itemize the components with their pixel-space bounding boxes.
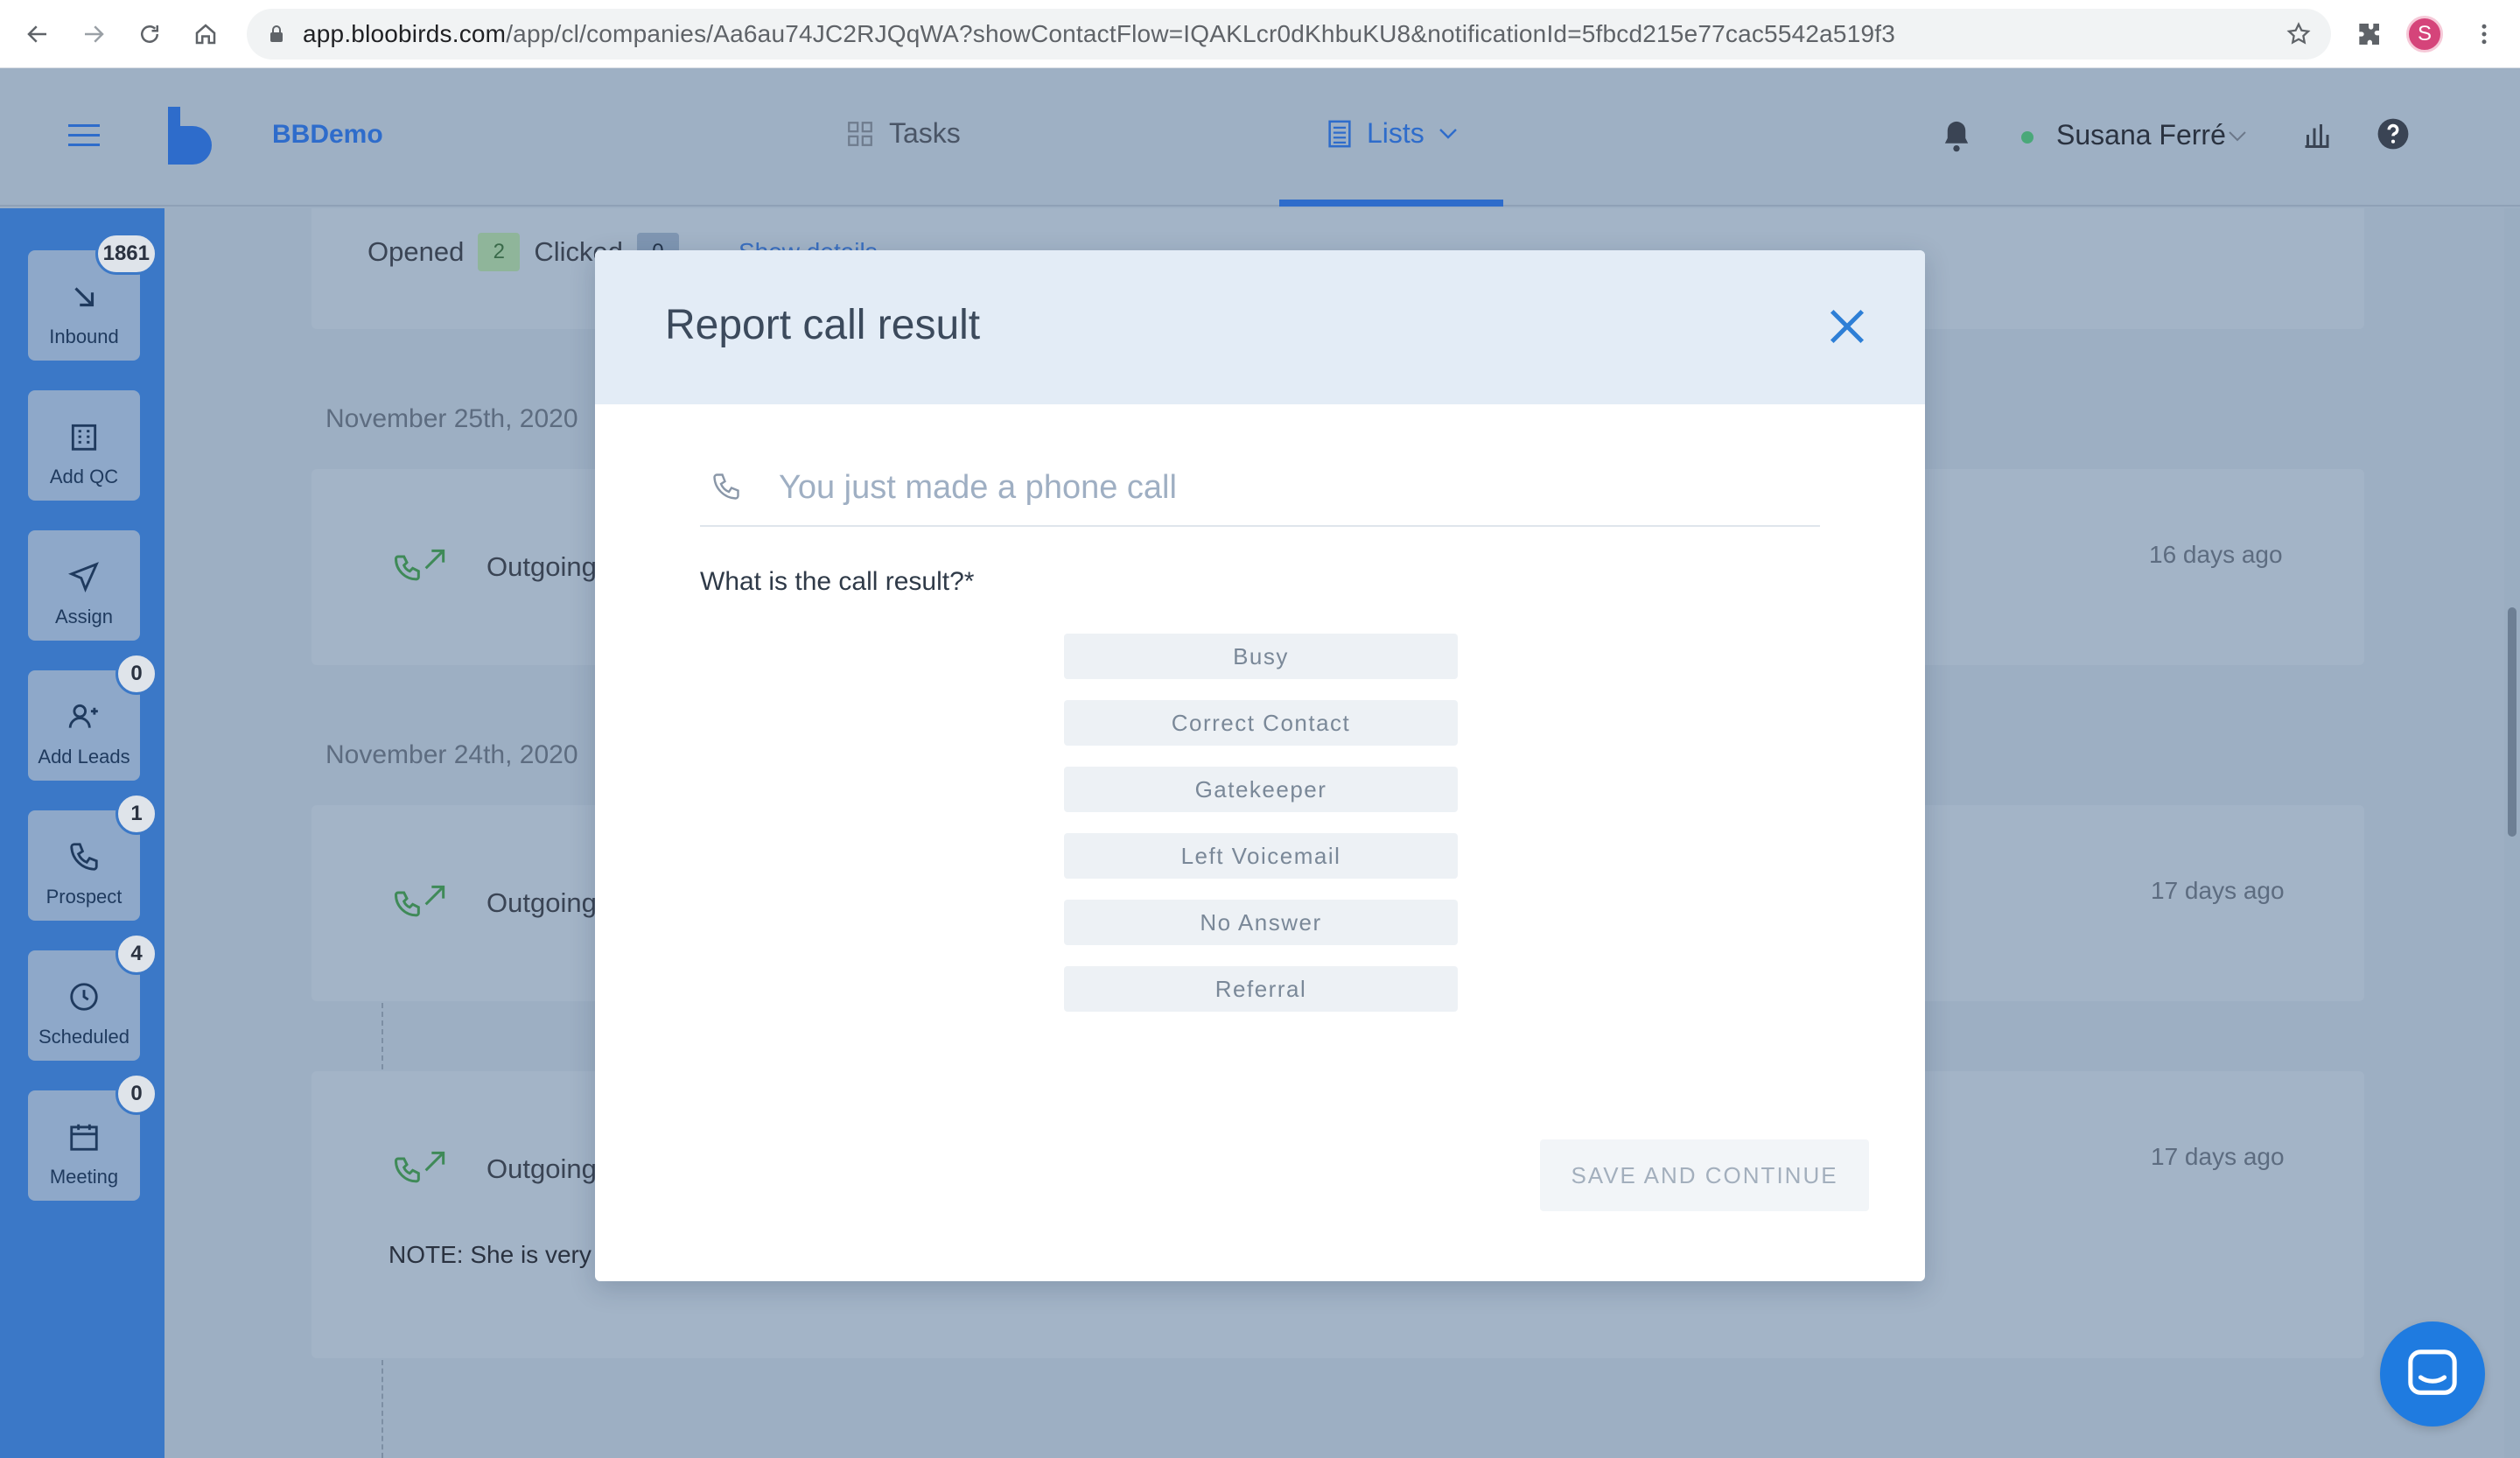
- building-icon: [71, 424, 97, 451]
- outgoing-call-icon: [394, 549, 445, 581]
- inbound-count-badge: 1861: [94, 233, 158, 275]
- scheduled-count-badge: 4: [116, 933, 158, 975]
- sidebar-item-scheduled[interactable]: Scheduled 4: [28, 933, 158, 1061]
- sidebar-item-add-leads[interactable]: Add Leads 0: [28, 653, 158, 781]
- opened-count: 2: [478, 233, 521, 271]
- home-icon: [195, 24, 216, 45]
- close-icon[interactable]: [1827, 306, 1867, 347]
- back-button[interactable]: [18, 14, 58, 54]
- quick-actions-sidebar: Inbound 1861 Add QC Assign Add Leads 0 P…: [0, 208, 164, 1458]
- result-option-busy[interactable]: Busy: [1064, 634, 1458, 679]
- tab-lists[interactable]: Lists: [1326, 117, 1458, 150]
- tab-tasks-label: Tasks: [889, 117, 961, 149]
- chat-icon: [2408, 1349, 2457, 1395]
- kebab-menu-icon: [2482, 24, 2487, 45]
- activity-title: Outgoing: [486, 887, 597, 918]
- sidebar-item-meeting[interactable]: Meeting 0: [28, 1073, 158, 1201]
- sidebar-item-label: Prospect: [46, 886, 122, 908]
- activity-time: 17 days ago: [2151, 877, 2285, 904]
- call-result-question: What is the call result?*: [700, 567, 975, 596]
- url-text: app.bloobirds.com/app/cl/companies/Aa6au…: [303, 20, 1895, 48]
- timeline-connector: [382, 1360, 383, 1458]
- grid-icon: [848, 121, 872, 146]
- outgoing-call-icon: [394, 1151, 445, 1183]
- arrow-down-right-icon: [74, 287, 94, 307]
- bell-icon[interactable]: [1941, 119, 1972, 152]
- user-menu[interactable]: Susana Ferré: [2056, 119, 2226, 151]
- arrow-left-icon: [27, 25, 46, 43]
- sidebar-item-label: Scheduled: [38, 1026, 130, 1048]
- activity-title: Outgoing: [486, 1153, 597, 1184]
- sidebar-item-prospect[interactable]: Prospect 1: [28, 793, 158, 921]
- tab-lists-label: Lists: [1367, 117, 1424, 149]
- save-and-continue-button[interactable]: SAVE AND CONTINUE: [1540, 1139, 1869, 1211]
- meeting-count-badge: 0: [116, 1073, 158, 1115]
- outgoing-call-icon: [394, 885, 445, 917]
- chat-launcher-button[interactable]: [2380, 1321, 2485, 1426]
- activity-time: 16 days ago: [2149, 541, 2283, 568]
- call-info-row: You just made a phone call: [700, 450, 1820, 527]
- result-option-left-voicemail[interactable]: Left Voicemail: [1064, 833, 1458, 879]
- result-option-no-answer[interactable]: No Answer: [1064, 900, 1458, 945]
- address-bar[interactable]: app.bloobirds.com/app/cl/companies/Aa6au…: [247, 9, 2331, 60]
- reload-button[interactable]: [130, 14, 170, 54]
- home-button[interactable]: [186, 14, 226, 54]
- bloobirds-logo-icon[interactable]: [164, 107, 214, 165]
- user-add-icon: [68, 704, 98, 728]
- opened-label: Opened: [368, 236, 465, 267]
- help-icon[interactable]: [2376, 117, 2410, 151]
- prospect-count-badge: 1: [116, 793, 158, 835]
- sidebar-item-label: Assign: [54, 606, 114, 627]
- url-path: /app/cl/companies/Aa6au74JC2RJQqWA?showC…: [506, 20, 1895, 47]
- activity-title: Outgoing: [486, 551, 597, 582]
- activity-time: 17 days ago: [2151, 1143, 2285, 1170]
- timeline-connector: [382, 1003, 383, 1069]
- active-tab-indicator: [1279, 200, 1503, 207]
- browser-toolbar: app.bloobirds.com/app/cl/companies/Aa6au…: [0, 0, 2520, 68]
- dialog-header: Report call result: [595, 250, 1925, 404]
- sidebar-item-label: Add QC: [49, 466, 119, 487]
- result-option-referral[interactable]: Referral: [1064, 966, 1458, 1012]
- sidebar-item-add-qc[interactable]: Add QC: [28, 390, 140, 501]
- scrollbar-thumb[interactable]: [2508, 607, 2516, 837]
- forward-button[interactable]: [74, 14, 114, 54]
- send-icon: [67, 562, 99, 593]
- lock-icon: [270, 25, 283, 42]
- hamburger-menu-icon[interactable]: [68, 123, 100, 149]
- arrow-right-icon: [85, 25, 104, 43]
- browser-menu-button[interactable]: [2466, 16, 2502, 53]
- result-option-gatekeeper[interactable]: Gatekeeper: [1064, 767, 1458, 812]
- calendar-icon: [70, 1124, 98, 1151]
- bar-chart-icon[interactable]: [2301, 119, 2333, 151]
- call-info-text: You just made a phone call: [779, 469, 1177, 506]
- add-leads-count-badge: 0: [116, 653, 158, 695]
- bookmark-star-icon[interactable]: [2286, 21, 2312, 47]
- profile-avatar[interactable]: S: [2406, 16, 2443, 53]
- sidebar-item-label: Inbound: [49, 326, 119, 347]
- sidebar-item-assign[interactable]: Assign: [28, 530, 140, 641]
- app-header: BBDemo Tasks Lists Susana Ferré: [0, 68, 2520, 207]
- report-call-result-dialog: Report call result You just made a phone…: [595, 250, 1925, 1281]
- chevron-down-icon[interactable]: [2228, 130, 2247, 144]
- workspace-name[interactable]: BBDemo: [272, 120, 383, 150]
- dialog-title: Report call result: [665, 302, 981, 348]
- feed-date-heading: November 24th, 2020: [326, 740, 578, 769]
- phone-icon: [70, 843, 98, 871]
- result-option-correct-contact[interactable]: Correct Contact: [1064, 700, 1458, 746]
- sidebar-item-inbound[interactable]: Inbound 1861: [28, 233, 158, 361]
- url-host: app.bloobirds.com: [303, 20, 507, 47]
- extensions-button[interactable]: [2350, 16, 2387, 53]
- phone-icon: [713, 473, 739, 500]
- sidebar-item-label: Add Leads: [38, 746, 130, 768]
- tab-tasks[interactable]: Tasks: [845, 117, 961, 150]
- puzzle-icon: [2359, 24, 2379, 45]
- list-icon: [1328, 120, 1351, 147]
- feed-date-heading: November 25th, 2020: [326, 404, 578, 433]
- activity-note: NOTE: She is very: [388, 1241, 592, 1268]
- reload-icon: [141, 25, 158, 43]
- online-status-dot: [2021, 131, 2034, 144]
- chevron-down-icon: [1438, 128, 1457, 139]
- sidebar-item-label: Meeting: [49, 1166, 119, 1188]
- clock-icon: [70, 983, 98, 1011]
